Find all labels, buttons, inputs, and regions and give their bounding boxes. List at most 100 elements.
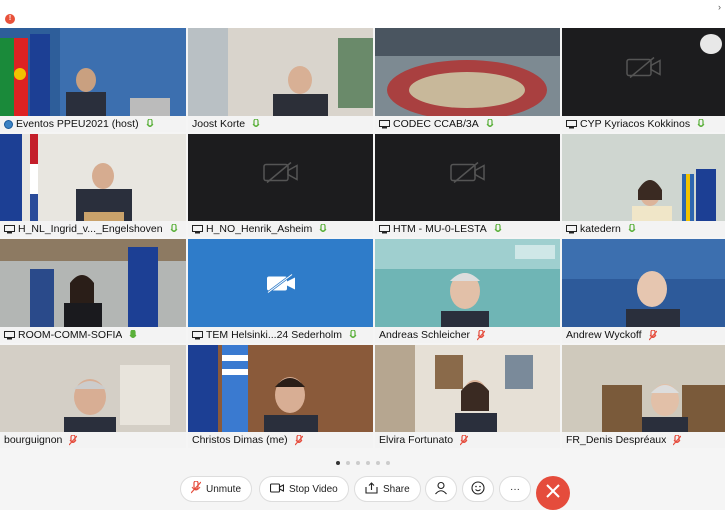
video-tile[interactable]: Eventos PPEU2021 (host) bbox=[0, 28, 186, 132]
close-icon bbox=[545, 483, 561, 504]
video-tile[interactable]: TEM Helsinki...24 Sederholm bbox=[188, 239, 373, 343]
participant-name: bourguignon bbox=[4, 434, 63, 446]
mic-on-icon bbox=[146, 118, 154, 130]
mic-muted-icon bbox=[673, 434, 682, 446]
participant-name: Christos Dimas (me) bbox=[192, 434, 288, 446]
notification-badge-icon[interactable]: ! bbox=[5, 14, 15, 24]
monitor-icon bbox=[4, 330, 15, 339]
participant-label: FR_Denis Despréaux bbox=[562, 432, 725, 448]
video-tile[interactable]: Andrew Wyckoff bbox=[562, 239, 725, 343]
stop-video-label: Stop Video bbox=[289, 483, 338, 495]
video-tile[interactable]: CYP Kyriacos Kokkinos bbox=[562, 28, 725, 132]
page-dot[interactable] bbox=[355, 461, 360, 465]
more-label: ··· bbox=[510, 483, 520, 495]
participant-name: TEM Helsinki...24 Sederholm bbox=[206, 329, 342, 341]
mic-on-icon bbox=[170, 223, 178, 235]
monitor-icon bbox=[192, 224, 203, 233]
video-tile-active-speaker[interactable]: ROOM-COMM-SOFIA bbox=[0, 239, 186, 343]
participant-label: Elvira Fortunato bbox=[375, 432, 560, 448]
mic-muted-icon bbox=[69, 434, 78, 446]
mic-on-icon bbox=[252, 118, 260, 130]
video-off-icon bbox=[625, 55, 662, 84]
mic-on-icon bbox=[628, 223, 636, 235]
unmute-button[interactable]: Unmute bbox=[180, 476, 253, 502]
mic-muted-icon bbox=[648, 329, 657, 341]
page-dot[interactable] bbox=[375, 461, 380, 465]
video-tile[interactable]: H_NO_Henrik_Asheim bbox=[188, 134, 373, 237]
chevron-icon[interactable]: › bbox=[718, 2, 721, 12]
share-icon bbox=[365, 481, 378, 497]
mic-on-icon bbox=[486, 118, 494, 130]
video-tile[interactable]: H_NL_Ingrid_v..._Engelshoven bbox=[0, 134, 186, 237]
video-camera-icon bbox=[269, 482, 285, 496]
video-tile[interactable]: Elvira Fortunato bbox=[375, 345, 560, 448]
participant-label: katedern bbox=[562, 221, 725, 237]
mic-muted-icon bbox=[190, 480, 202, 497]
page-dot-active[interactable] bbox=[335, 461, 340, 465]
video-tile[interactable]: katedern bbox=[562, 134, 725, 237]
participant-name: Eventos PPEU2021 (host) bbox=[16, 118, 139, 130]
share-button[interactable]: Share bbox=[354, 476, 421, 502]
video-tile[interactable]: FR_Denis Despréaux bbox=[562, 345, 725, 448]
video-tile[interactable]: HTM - MU-0-LESTA bbox=[375, 134, 560, 237]
video-tile[interactable]: CODEC CCAB/3A bbox=[375, 28, 560, 132]
participant-name: CYP Kyriacos Kokkinos bbox=[580, 118, 691, 130]
page-dot[interactable] bbox=[345, 461, 350, 465]
participant-name: CODEC CCAB/3A bbox=[393, 118, 479, 130]
mic-on-icon bbox=[129, 329, 137, 341]
participant-label: bourguignon bbox=[0, 432, 186, 448]
participant-label: ROOM-COMM-SOFIA bbox=[0, 327, 186, 343]
page-indicator[interactable] bbox=[0, 452, 725, 465]
top-bar: ! › bbox=[0, 0, 725, 28]
reactions-button[interactable] bbox=[462, 476, 494, 502]
participant-name: katedern bbox=[580, 223, 621, 235]
share-label: Share bbox=[383, 483, 410, 495]
video-off-icon bbox=[262, 161, 299, 190]
participant-label: CODEC CCAB/3A bbox=[375, 116, 560, 132]
mic-on-icon bbox=[697, 118, 705, 130]
video-off-icon bbox=[449, 161, 486, 190]
more-button[interactable]: ··· bbox=[499, 476, 531, 502]
participant-label: Andrew Wyckoff bbox=[562, 327, 725, 343]
mic-muted-icon bbox=[460, 434, 469, 446]
video-tile[interactable]: Christos Dimas (me) bbox=[188, 345, 373, 448]
mic-muted-icon bbox=[294, 434, 303, 446]
person-icon bbox=[434, 481, 448, 498]
participant-label: HTM - MU-0-LESTA bbox=[375, 221, 560, 237]
participant-label: Eventos PPEU2021 (host) bbox=[0, 116, 186, 132]
participant-label: TEM Helsinki...24 Sederholm bbox=[188, 327, 373, 343]
mic-on-icon bbox=[319, 223, 327, 235]
stop-video-button[interactable]: Stop Video bbox=[259, 476, 349, 502]
monitor-icon bbox=[379, 224, 390, 233]
end-call-button[interactable] bbox=[536, 476, 570, 510]
video-tile[interactable]: Joost Korte bbox=[188, 28, 373, 132]
participant-label: CYP Kyriacos Kokkinos bbox=[562, 116, 725, 132]
page-dot[interactable] bbox=[385, 461, 390, 465]
grid-view-icon[interactable] bbox=[700, 34, 722, 54]
monitor-icon bbox=[566, 119, 577, 128]
smiley-icon bbox=[471, 480, 485, 498]
mic-muted-icon bbox=[477, 329, 486, 341]
participant-label: H_NL_Ingrid_v..._Engelshoven bbox=[0, 221, 186, 237]
participant-name: ROOM-COMM-SOFIA bbox=[18, 329, 123, 341]
participant-name: Elvira Fortunato bbox=[379, 434, 454, 446]
monitor-icon bbox=[379, 119, 390, 128]
participant-name: Joost Korte bbox=[192, 118, 246, 130]
monitor-icon bbox=[192, 330, 203, 339]
video-tile[interactable]: Andreas Schleicher bbox=[375, 239, 560, 343]
participant-label: Andreas Schleicher bbox=[375, 327, 560, 343]
video-tile[interactable]: bourguignon bbox=[0, 345, 186, 448]
participant-name: HTM - MU-0-LESTA bbox=[393, 223, 487, 235]
mic-on-icon bbox=[494, 223, 502, 235]
mic-on-icon bbox=[349, 329, 357, 341]
participant-name: Andrew Wyckoff bbox=[566, 329, 642, 341]
participants-button[interactable] bbox=[425, 476, 457, 502]
participant-name: Andreas Schleicher bbox=[379, 329, 471, 341]
unmute-label: Unmute bbox=[206, 483, 242, 495]
video-off-icon bbox=[266, 273, 296, 298]
participant-name: H_NO_Henrik_Asheim bbox=[206, 223, 313, 235]
page-dot[interactable] bbox=[365, 461, 370, 465]
host-globe-icon bbox=[4, 119, 13, 129]
participant-name: FR_Denis Despréaux bbox=[566, 434, 667, 446]
monitor-icon bbox=[4, 224, 15, 233]
